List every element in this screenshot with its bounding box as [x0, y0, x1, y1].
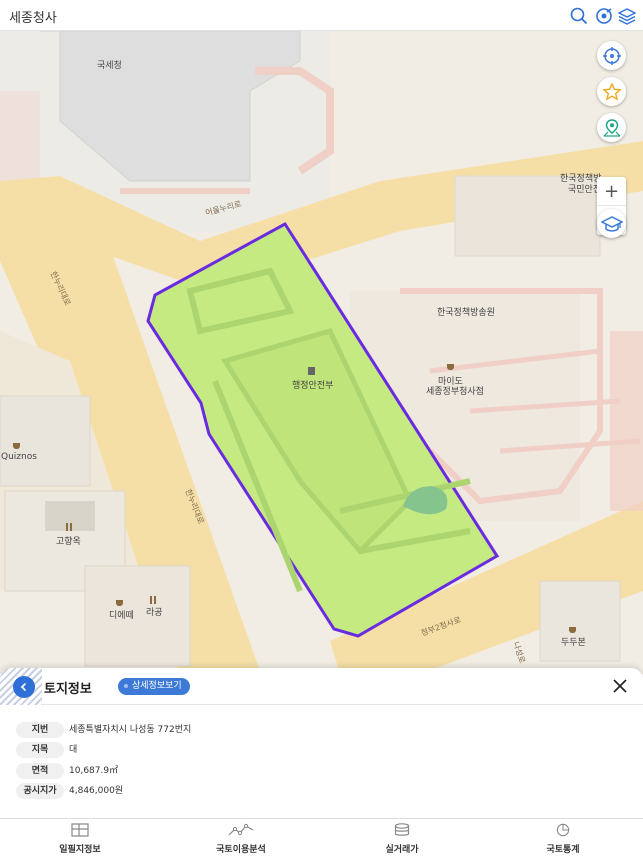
nav-land-use-analysis[interactable]: 국토이용분석 — [186, 823, 296, 857]
map-view[interactable]: 국세청 한국정책방 국민안전 한국정책방송원 행정안전부 마이도 세종정부청사점… — [0, 31, 643, 674]
info-value: 10,687.9㎡ — [69, 766, 119, 776]
coins-icon — [394, 823, 410, 836]
line-chart-icon — [228, 823, 254, 836]
education-button[interactable] — [597, 209, 626, 238]
cafe-icon — [116, 600, 123, 606]
place-button[interactable] — [597, 113, 626, 142]
info-key: 면적 — [16, 763, 64, 779]
label-myo-do-2: 세종정부청사점 — [426, 387, 484, 397]
info-value: 세종특별자치시 나성동 772번지 — [69, 725, 192, 735]
zoom-in-button[interactable]: + — [597, 177, 626, 206]
nav-real-transactions[interactable]: 실거래가 — [347, 823, 457, 857]
compass-icon — [602, 46, 621, 65]
nav-parcel-info[interactable]: 일필지정보 — [25, 823, 135, 857]
label-diyemme: 디에떼 — [109, 611, 134, 621]
target-icon[interactable] — [595, 7, 613, 25]
label-ragong: 라공 — [146, 608, 163, 618]
pie-chart-icon — [556, 823, 570, 837]
nav-label: 국토이용분석 — [216, 845, 266, 855]
cafe-icon — [13, 443, 20, 449]
panel-title: 토지정보 — [44, 682, 92, 697]
cafe-icon — [447, 364, 454, 370]
info-key: 지번 — [16, 722, 64, 738]
building-icon — [308, 367, 315, 375]
locate-button[interactable] — [597, 41, 626, 70]
panel-header: 토지정보 상세정보보기 — [0, 668, 643, 705]
back-button[interactable] — [13, 676, 35, 698]
info-value: 4,846,000원 — [69, 786, 124, 796]
nav-land-statistics[interactable]: 국토통계 — [508, 823, 618, 857]
restaurant-icon — [66, 523, 72, 531]
star-icon — [601, 81, 622, 101]
nav-label: 실거래가 — [385, 845, 419, 855]
info-value: 대 — [69, 745, 78, 755]
label-ministry: 행정안전부 — [292, 381, 334, 391]
close-icon[interactable] — [612, 678, 628, 694]
map-canvas[interactable] — [0, 31, 643, 674]
top-bar: 세종청사 — [0, 0, 643, 31]
label-quiznos: Quiznos — [1, 452, 37, 462]
bottom-nav: 일필지정보 국토이용분석 실거래가 국토통계 — [0, 818, 643, 858]
info-key: 지목 — [16, 742, 64, 758]
label-dudubon: 두두본 — [561, 638, 586, 648]
nav-label: 일필지정보 — [59, 845, 101, 855]
map-grid-icon — [71, 823, 89, 837]
nav-label: 국토통계 — [546, 845, 580, 855]
land-info-panel: 토지정보 상세정보보기 지번 세종특별자치시 나성동 772번지 지목 대 면적… — [0, 668, 643, 818]
detail-info-button[interactable]: 상세정보보기 — [118, 678, 190, 695]
label-tax-office: 국세청 — [97, 61, 122, 71]
page-title: 세종청사 — [9, 11, 57, 26]
map-pin-icon — [603, 118, 620, 137]
layers-icon[interactable] — [618, 7, 636, 25]
graduation-cap-icon — [600, 215, 623, 232]
label-broadcast: 한국정책방송원 — [437, 308, 495, 318]
cafe-icon — [569, 627, 576, 633]
label-gohyang: 고향옥 — [56, 537, 81, 547]
chevron-left-icon — [20, 682, 27, 692]
search-icon[interactable] — [570, 7, 588, 25]
restaurant-icon — [150, 596, 156, 604]
info-key: 공시지가 — [16, 783, 64, 799]
favorite-button[interactable] — [597, 77, 626, 106]
